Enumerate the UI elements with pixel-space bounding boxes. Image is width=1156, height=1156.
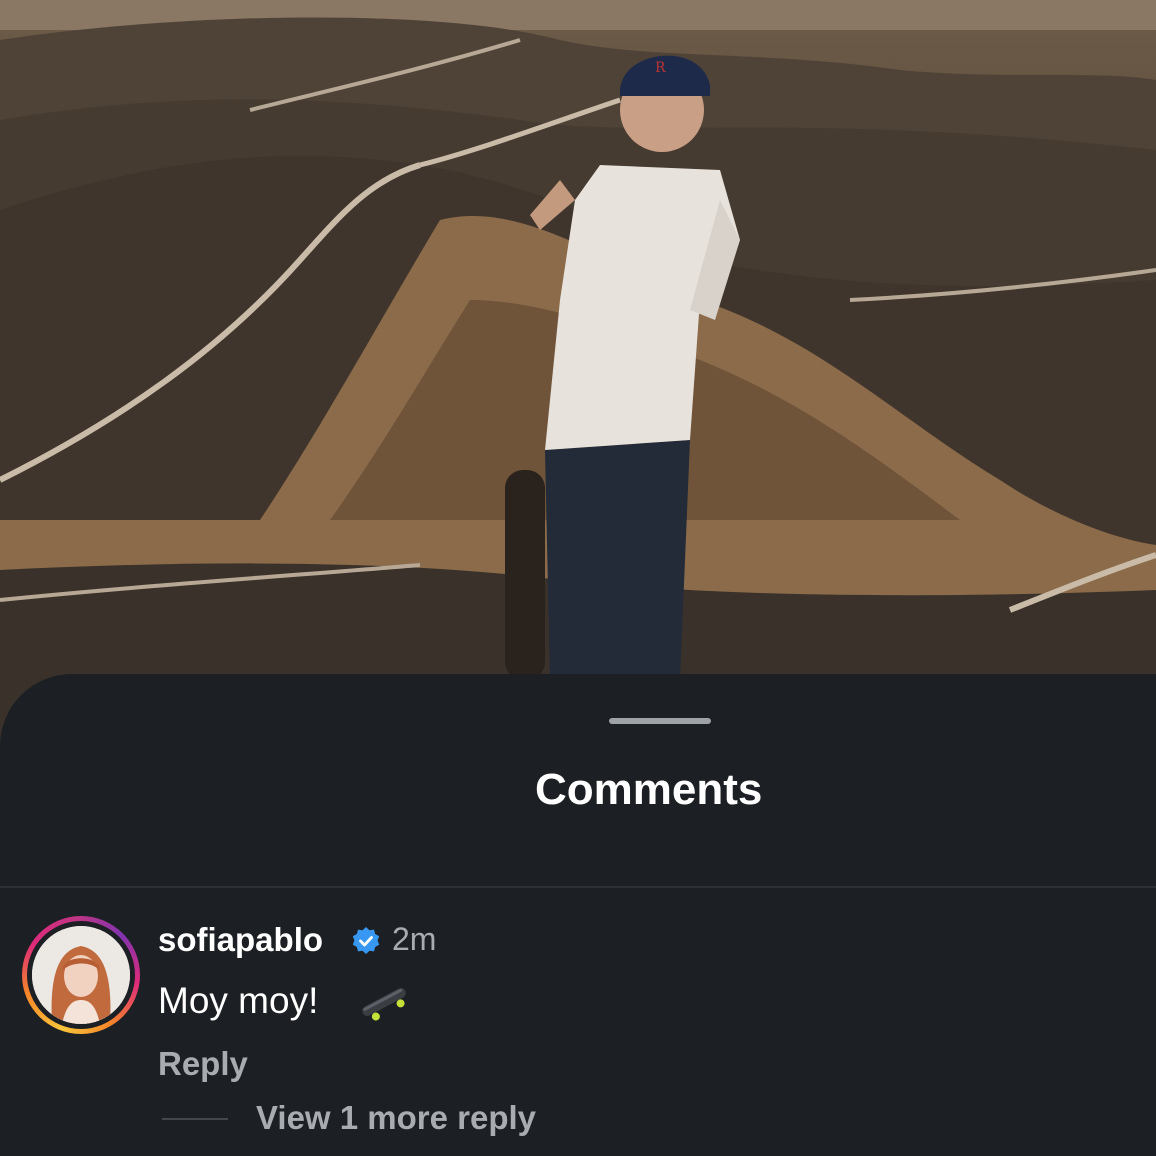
verified-badge-icon	[352, 927, 380, 954]
view-replies-button[interactable]: View 1 more reply	[256, 1099, 536, 1137]
sheet-header: Comments	[0, 765, 1156, 821]
pump-track-illustration: R	[0, 0, 1156, 760]
reel-screen: R Comments sofiapablo 2m Moy moy! Reply …	[0, 0, 1156, 1156]
avatar-portrait	[32, 926, 130, 1024]
replies-divider	[162, 1118, 228, 1120]
header-divider	[0, 886, 1156, 888]
comment-timestamp: 2m	[392, 921, 437, 957]
skateboard-icon	[362, 988, 406, 1021]
avatar-story-ring[interactable]	[22, 916, 140, 1034]
comments-sheet	[0, 674, 1156, 1156]
avatar	[32, 926, 130, 1024]
background-photo: R	[0, 0, 1156, 760]
reply-button[interactable]: Reply	[158, 1045, 248, 1083]
svg-text:R: R	[655, 60, 666, 76]
comment-username[interactable]: sofiapablo	[158, 921, 323, 959]
sheet-title: Comments	[535, 765, 763, 814]
comment-text: Moy moy!	[158, 980, 319, 1021]
sheet-drag-handle[interactable]	[609, 718, 711, 724]
